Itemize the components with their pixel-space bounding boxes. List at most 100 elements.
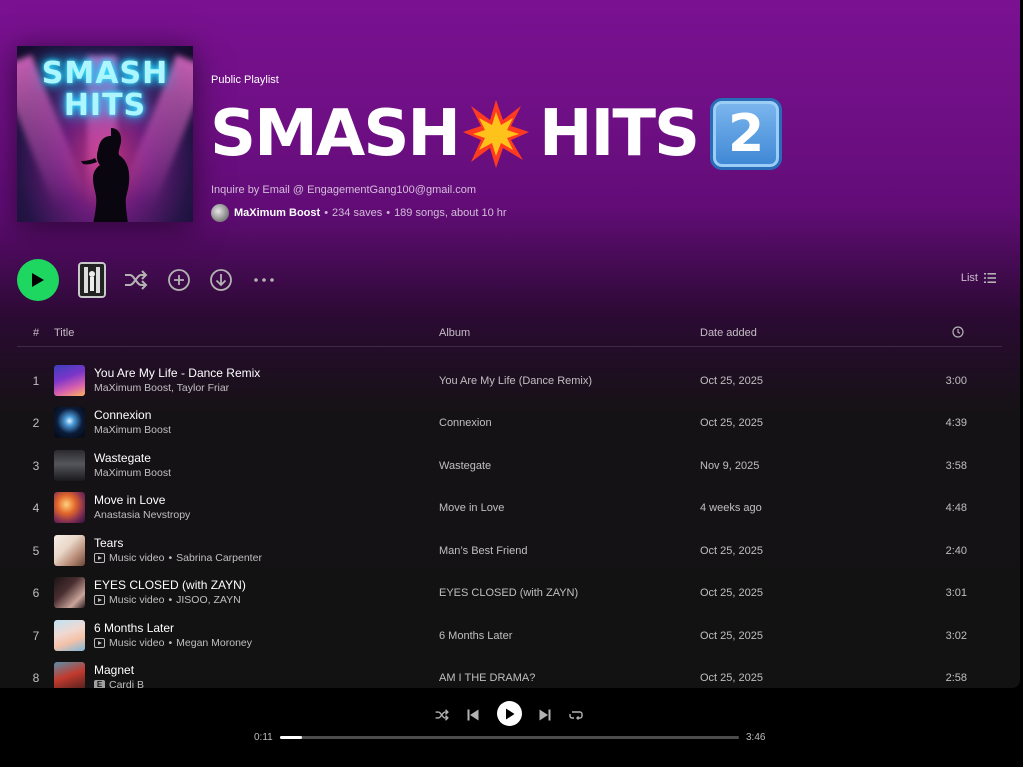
repeat-button[interactable] (566, 705, 586, 725)
column-duration-header[interactable] (952, 326, 964, 341)
track-title[interactable]: EYES CLOSED (with ZAYN) (94, 578, 246, 592)
meta-separator: • (324, 207, 329, 219)
column-album-header[interactable]: Album (439, 327, 470, 339)
view-as-list-toggle[interactable]: List (961, 272, 996, 284)
clock-icon (952, 326, 964, 338)
owner-avatar[interactable] (211, 204, 229, 222)
track-title[interactable]: Magnet (94, 663, 134, 677)
track-subtitle: Music video • Megan Moroney (94, 637, 252, 649)
title-text-hits: HITS (538, 97, 700, 171)
playlist-cover[interactable]: SMASH HITS (17, 46, 193, 222)
track-duration: 4:48 (945, 502, 967, 514)
track-artists-text[interactable]: MaXimum Boost (94, 424, 171, 436)
track-artists-text[interactable]: MaXimum Boost, Taylor Friar (94, 382, 229, 394)
track-row[interactable]: 8 Magnet E Cardi B AM I THE DRAMA? Oct 2… (17, 657, 1002, 688)
shuffle-icon (435, 709, 449, 721)
track-artwork[interactable] (54, 407, 85, 438)
track-artwork[interactable] (54, 365, 85, 396)
track-artwork[interactable] (54, 535, 85, 566)
previous-track-button[interactable] (463, 705, 483, 725)
track-album[interactable]: Man’s Best Friend (439, 545, 527, 557)
track-artists-text[interactable]: Anastasia Nevstropy (94, 509, 190, 521)
track-artwork[interactable] (54, 450, 85, 481)
track-artists-text[interactable]: Megan Moroney (176, 637, 252, 649)
playback-progress-bar[interactable] (280, 736, 739, 739)
music-video-label: Music video (109, 594, 165, 606)
track-row[interactable]: 7 6 Months Later Music video • Megan Mor… (17, 615, 1002, 657)
track-duration: 3:58 (945, 460, 967, 472)
track-date-added: Oct 25, 2025 (700, 417, 763, 429)
more-options-button[interactable] (251, 268, 277, 292)
track-duration: 2:40 (945, 545, 967, 557)
singer-silhouette (81, 128, 130, 222)
track-number: 7 (32, 629, 40, 643)
track-artists: MaXimum Boost, Taylor Friar (94, 382, 229, 394)
shuffle-button[interactable] (123, 268, 149, 292)
track-title[interactable]: Connexion (94, 408, 151, 422)
player-play-button[interactable] (497, 701, 522, 726)
track-artists-text[interactable]: Cardi B (109, 679, 144, 688)
track-row[interactable]: 1 You Are My Life - Dance Remix MaXimum … (17, 360, 1002, 402)
track-artists-text[interactable]: JISOO, ZAYN (176, 594, 241, 606)
track-number: 8 (32, 671, 40, 685)
track-row[interactable]: 5 Tears Music video • Sabrina Carpenter … (17, 530, 1002, 572)
track-artwork[interactable] (54, 662, 85, 688)
track-title[interactable]: 6 Months Later (94, 621, 174, 635)
track-number: 2 (32, 416, 40, 430)
column-date-added-header[interactable]: Date added (700, 327, 757, 339)
track-album[interactable]: AM I THE DRAMA? (439, 672, 535, 684)
track-row[interactable]: 4 Move in Love Anastasia Nevstropy Move … (17, 487, 1002, 529)
track-artwork[interactable] (54, 492, 85, 523)
list-icon (984, 273, 996, 283)
track-row[interactable]: 6 EYES CLOSED (with ZAYN) Music video • … (17, 572, 1002, 614)
track-table-header: # Title Album Date added (17, 320, 1002, 347)
play-icon (505, 708, 514, 719)
playback-progress-fill (280, 736, 303, 739)
play-button[interactable] (17, 259, 59, 301)
track-date-added: Oct 25, 2025 (700, 545, 763, 557)
track-row[interactable]: 2 Connexion MaXimum Boost Connexion Oct … (17, 402, 1002, 444)
track-album[interactable]: EYES CLOSED (with ZAYN) (439, 587, 578, 599)
track-artists: Anastasia Nevstropy (94, 509, 190, 521)
collision-emoji (462, 100, 529, 168)
column-title-header[interactable]: Title (54, 327, 74, 339)
track-artwork[interactable] (54, 577, 85, 608)
track-duration: 4:39 (945, 417, 967, 429)
add-to-library-button[interactable] (166, 268, 192, 292)
track-artists-text[interactable]: Sabrina Carpenter (176, 552, 262, 564)
previous-icon (467, 709, 479, 721)
play-icon (32, 273, 44, 287)
songs-duration-summary: 189 songs, about 10 hr (394, 207, 507, 219)
track-album[interactable]: Wastegate (439, 460, 491, 472)
next-track-button[interactable] (535, 705, 555, 725)
track-title[interactable]: Tears (94, 536, 123, 550)
explicit-badge: E (94, 680, 105, 688)
column-number-header: # (33, 327, 40, 339)
track-date-added: Oct 25, 2025 (700, 587, 763, 599)
track-artists-text[interactable]: MaXimum Boost (94, 467, 171, 479)
playlist-type-label: Public Playlist (211, 74, 279, 86)
owner-name-link[interactable]: MaXimum Boost (234, 207, 320, 219)
meta-separator: • (386, 207, 391, 219)
track-album[interactable]: You Are My Life (Dance Remix) (439, 375, 592, 387)
subtitle-separator: • (168, 594, 173, 606)
subtitle-separator: • (168, 637, 173, 649)
track-row[interactable]: 3 Wastegate MaXimum Boost Wastegate Nov … (17, 445, 1002, 487)
track-album[interactable]: Move in Love (439, 502, 504, 514)
track-number: 3 (32, 459, 40, 473)
repeat-icon (569, 711, 583, 720)
track-date-added: Oct 25, 2025 (700, 630, 763, 642)
player-shuffle-button[interactable] (432, 705, 452, 725)
music-video-icon (94, 638, 105, 648)
music-video-icon (94, 595, 105, 605)
track-album[interactable]: 6 Months Later (439, 630, 512, 642)
playlist-preview-thumbnail[interactable] (78, 262, 106, 298)
track-artwork[interactable] (54, 620, 85, 651)
track-title[interactable]: You Are My Life - Dance Remix (94, 366, 260, 380)
shuffle-icon (125, 270, 148, 290)
download-button[interactable] (208, 268, 234, 292)
track-title[interactable]: Wastegate (94, 451, 151, 465)
track-title[interactable]: Move in Love (94, 493, 165, 507)
track-number: 1 (32, 374, 40, 388)
track-album[interactable]: Connexion (439, 417, 492, 429)
